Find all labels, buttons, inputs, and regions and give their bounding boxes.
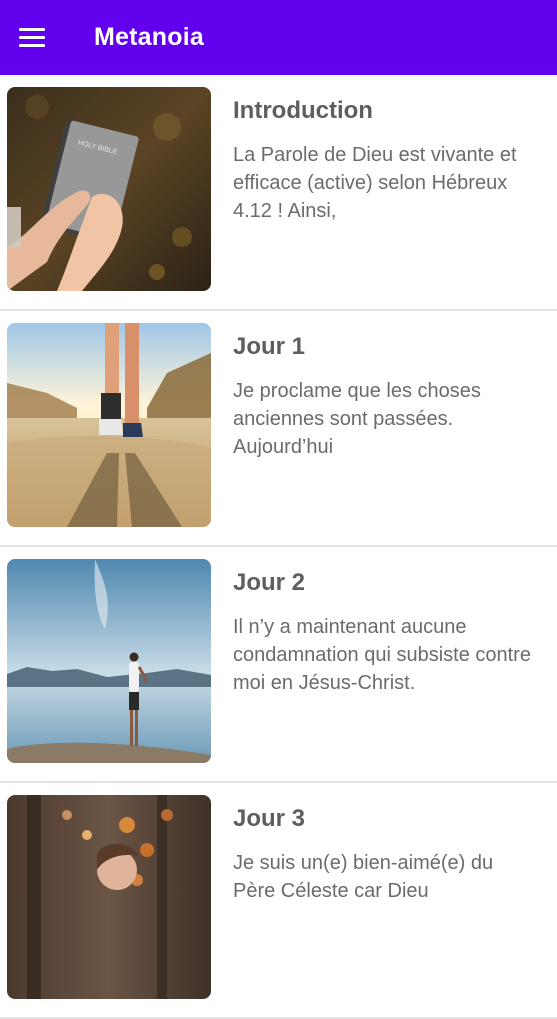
- hands-holding-bible-image: HOLY BIBLE: [7, 87, 211, 291]
- item-excerpt: Il n’y a maintenant aucune condamnation …: [233, 616, 531, 694]
- list-item-jour-3[interactable]: Jour 3 Je suis un(e) bien-aimé(e) du Pèr…: [0, 783, 557, 1019]
- item-title: Jour 1: [233, 333, 306, 360]
- person-walking-road-image: [7, 323, 211, 527]
- item-title: Jour 3: [233, 805, 306, 832]
- menu-icon[interactable]: [19, 23, 49, 53]
- app-title: Metanoia: [94, 23, 204, 51]
- list-item-jour-1[interactable]: Jour 1 Je proclame que les choses ancien…: [0, 311, 557, 547]
- list-item-jour-2[interactable]: Jour 2 Il n’y a maintenant aucune condam…: [0, 547, 557, 783]
- item-excerpt: Je suis un(e) bien-aimé(e) du Père Céles…: [233, 852, 494, 902]
- app-bar: Metanoia: [0, 0, 557, 75]
- woman-autumn-leaves-image: [7, 795, 211, 999]
- man-standing-by-lake-image: [7, 559, 211, 763]
- item-title: Jour 2: [233, 569, 306, 596]
- item-excerpt: Je proclame que les choses anciennes son…: [233, 380, 481, 458]
- devotional-list: HOLY BIBLE Introduction La Parole de Die…: [0, 75, 557, 1019]
- item-excerpt: La Parole de Dieu est vivante et efficac…: [233, 144, 517, 222]
- item-title: Introduction: [233, 97, 373, 124]
- list-item-introduction[interactable]: HOLY BIBLE Introduction La Parole de Die…: [0, 75, 557, 311]
